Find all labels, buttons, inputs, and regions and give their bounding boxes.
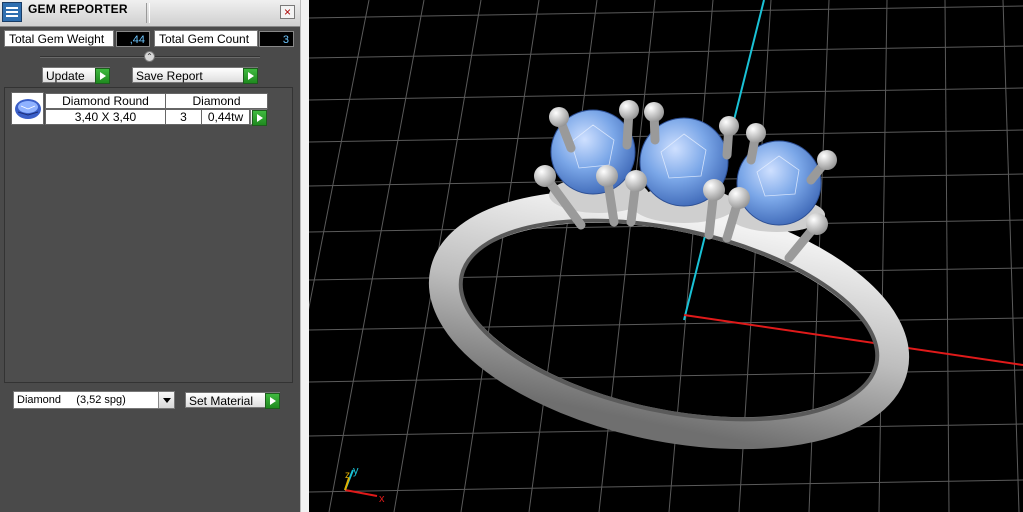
total-gem-count-label: Total Gem Count: [154, 30, 258, 47]
axis-gizmo-icon: x y z: [344, 465, 385, 505]
chevron-down-icon[interactable]: [158, 392, 174, 408]
x-axis-line: [683, 314, 1023, 366]
update-button[interactable]: Update: [42, 67, 110, 84]
gem-material-cell: Diamond: [165, 93, 268, 109]
total-gem-weight-value: ,44: [116, 31, 150, 47]
set-material-button-label: Set Material: [189, 394, 254, 408]
gem-list: Diamond Round Diamond 3,40 X 3,40 3 0,44…: [4, 87, 293, 383]
set-material-button[interactable]: Set Material: [185, 392, 280, 409]
gem-reporter-panel: GEM REPORTER × Total Gem Weight ,44 Tota…: [0, 0, 300, 512]
gem-weight-cell: 0,44tw: [201, 109, 250, 125]
play-arrow-icon: [252, 110, 267, 126]
ring-model: [428, 100, 910, 450]
gem-row-action-button[interactable]: [250, 109, 267, 126]
gem-reporter-app-icon: [2, 2, 22, 22]
update-button-label: Update: [46, 69, 85, 83]
gem-count-cell: 3: [165, 109, 202, 125]
title-bar: GEM REPORTER ×: [0, 0, 300, 27]
save-report-button-label: Save Report: [136, 69, 203, 83]
gem-name-cell: Diamond Round: [45, 93, 166, 109]
gizmo-z-label: z: [345, 470, 350, 481]
panel-splitter[interactable]: [300, 0, 309, 512]
material-dropdown-value: Diamond (3,52 spg): [17, 394, 126, 406]
play-arrow-icon: [95, 68, 110, 84]
total-gem-weight-label: Total Gem Weight: [4, 30, 114, 47]
play-arrow-icon: [265, 393, 280, 409]
gem-size-cell: 3,40 X 3,40: [45, 109, 166, 125]
total-gem-count-value: 3: [259, 31, 294, 47]
window-title: GEM REPORTER: [28, 2, 128, 16]
material-dropdown[interactable]: Diamond (3,52 spg): [13, 391, 175, 409]
round-diamond-thumbnail-icon: [11, 92, 44, 125]
3d-viewport[interactable]: x y z: [309, 0, 1023, 512]
close-button[interactable]: ×: [280, 5, 295, 19]
viewport-canvas: x y z: [309, 0, 1023, 512]
title-divider: [146, 3, 150, 23]
save-report-button[interactable]: Save Report: [132, 67, 258, 84]
collapse-toggle-icon[interactable]: ⌃: [144, 51, 155, 62]
gizmo-y-label: y: [353, 465, 359, 477]
gizmo-x-label: x: [379, 493, 385, 505]
play-arrow-icon: [243, 68, 258, 84]
